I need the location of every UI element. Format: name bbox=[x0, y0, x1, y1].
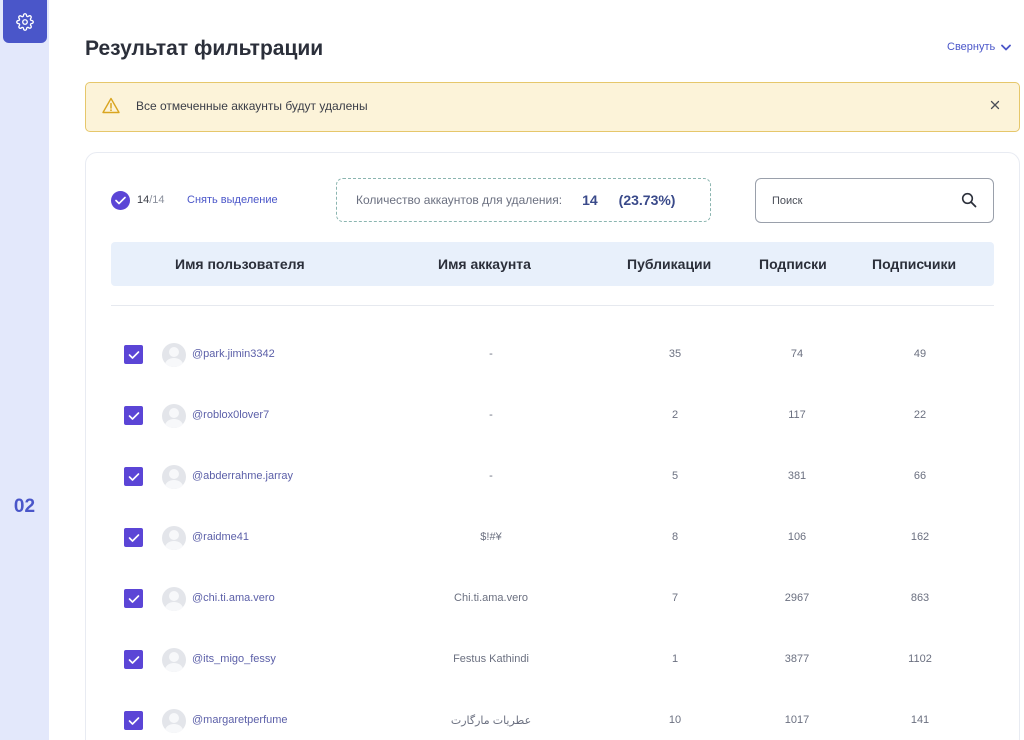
column-header-posts[interactable]: Публикации bbox=[627, 256, 711, 272]
selected-count: 14 bbox=[137, 194, 150, 206]
total-count: /14 bbox=[149, 194, 165, 206]
row-checkbox[interactable] bbox=[124, 406, 143, 425]
avatar bbox=[162, 648, 186, 672]
warning-alert: Все отмеченные аккаунты будут удалены bbox=[85, 82, 1020, 132]
close-icon[interactable] bbox=[987, 97, 1003, 113]
username-link[interactable]: @margaretperfume bbox=[192, 714, 288, 726]
account-name: Chi.ti.ama.vero bbox=[454, 592, 528, 604]
username-link[interactable]: @raidme41 bbox=[192, 531, 249, 543]
settings-button[interactable] bbox=[3, 0, 47, 43]
table-row: @its_migo_fessy Festus Kathindi 1 3877 1102 bbox=[111, 640, 994, 680]
following-count: 381 bbox=[787, 470, 807, 482]
select-all-checkbox[interactable] bbox=[111, 191, 130, 210]
table-header: Имя пользователя Имя аккаунта Публикации… bbox=[111, 242, 994, 286]
delete-count: 14 bbox=[582, 192, 598, 208]
check-icon bbox=[128, 533, 139, 542]
account-name: - bbox=[489, 409, 493, 421]
posts-count: 2 bbox=[671, 409, 679, 421]
row-checkbox[interactable] bbox=[124, 528, 143, 547]
table-row: @raidme41 $!#¥ 8 106 162 bbox=[111, 518, 994, 558]
deselect-button[interactable]: Снять выделение bbox=[187, 194, 278, 206]
check-icon bbox=[128, 472, 139, 481]
collapse-button[interactable]: Свернуть bbox=[947, 41, 1012, 53]
following-count: 2967 bbox=[784, 592, 810, 604]
username-link[interactable]: @roblox0lover7 bbox=[192, 409, 269, 421]
step-number: 02 bbox=[13, 496, 36, 517]
followers-count: 22 bbox=[913, 409, 927, 421]
table-row: @margaretperfume عطريات مارگارت 10 1017 141 bbox=[111, 701, 994, 740]
chevron-down-icon bbox=[1001, 44, 1012, 50]
check-icon bbox=[128, 594, 139, 603]
gear-icon bbox=[16, 12, 34, 31]
followers-count: 1102 bbox=[908, 653, 932, 665]
posts-count: 35 bbox=[668, 348, 682, 360]
username-link[interactable]: @park.jimin3342 bbox=[192, 348, 275, 360]
check-icon bbox=[115, 196, 126, 205]
posts-count: 1 bbox=[671, 653, 679, 665]
following-count: 1017 bbox=[784, 714, 810, 726]
column-header-username[interactable]: Имя пользователя bbox=[175, 256, 305, 272]
table-row: @abderrahme.jarray - 5 381 66 bbox=[111, 457, 994, 497]
search-box bbox=[755, 178, 994, 223]
check-icon bbox=[128, 716, 139, 725]
username-link[interactable]: @abderrahme.jarray bbox=[192, 470, 293, 482]
following-count: 3877 bbox=[784, 653, 810, 665]
row-checkbox[interactable] bbox=[124, 345, 143, 364]
divider bbox=[111, 305, 994, 306]
selection-count: 14/14 bbox=[137, 194, 165, 206]
table-row: @chi.ti.ama.vero Chi.ti.ama.vero 7 2967 863 bbox=[111, 579, 994, 619]
column-header-account[interactable]: Имя аккаунта bbox=[438, 256, 531, 272]
posts-count: 7 bbox=[671, 592, 679, 604]
delete-summary: Количество аккаунтов для удаления: 14 (2… bbox=[336, 178, 711, 222]
followers-count: 66 bbox=[913, 470, 927, 482]
row-checkbox[interactable] bbox=[124, 650, 143, 669]
avatar bbox=[162, 709, 186, 733]
posts-count: 8 bbox=[671, 531, 679, 543]
followers-count: 49 bbox=[913, 348, 927, 360]
check-icon bbox=[128, 655, 139, 664]
delete-percent: (23.73%) bbox=[618, 192, 676, 208]
check-icon bbox=[128, 350, 139, 359]
posts-count: 5 bbox=[671, 470, 679, 482]
followers-count: 141 bbox=[910, 714, 930, 726]
table-row: @roblox0lover7 - 2 117 22 bbox=[111, 396, 994, 436]
row-checkbox[interactable] bbox=[124, 711, 143, 730]
check-icon bbox=[128, 411, 139, 420]
following-count: 74 bbox=[790, 348, 804, 360]
avatar bbox=[162, 404, 186, 428]
warning-icon bbox=[102, 97, 120, 114]
avatar bbox=[162, 343, 186, 367]
username-link[interactable]: @its_migo_fessy bbox=[192, 653, 276, 665]
avatar bbox=[162, 465, 186, 489]
username-link[interactable]: @chi.ti.ama.vero bbox=[192, 592, 275, 604]
followers-count: 863 bbox=[910, 592, 930, 604]
column-header-followers[interactable]: Подписчики bbox=[872, 256, 956, 272]
following-count: 106 bbox=[787, 531, 807, 543]
avatar bbox=[162, 526, 186, 550]
followers-count: 162 bbox=[910, 531, 930, 543]
search-icon[interactable] bbox=[961, 192, 977, 208]
following-count: 117 bbox=[788, 409, 806, 421]
account-name: عطريات مارگارت bbox=[450, 715, 532, 727]
row-checkbox[interactable] bbox=[124, 589, 143, 608]
search-input[interactable] bbox=[757, 180, 947, 221]
column-header-following[interactable]: Подписки bbox=[759, 256, 827, 272]
posts-count: 10 bbox=[668, 714, 682, 726]
account-name: - bbox=[489, 470, 493, 482]
account-name: $!#¥ bbox=[480, 531, 502, 543]
account-name: - bbox=[489, 348, 493, 360]
account-name: Festus Kathindi bbox=[453, 653, 529, 665]
delete-summary-label: Количество аккаунтов для удаления: bbox=[356, 193, 563, 207]
collapse-label: Свернуть bbox=[947, 41, 996, 53]
avatar bbox=[162, 587, 186, 611]
table-row: @park.jimin3342 - 35 74 49 bbox=[111, 335, 994, 375]
page-title: Результат фильтрации bbox=[85, 37, 324, 60]
row-checkbox[interactable] bbox=[124, 467, 143, 486]
sidebar: 02 bbox=[0, 0, 49, 740]
alert-text: Все отмеченные аккаунты будут удалены bbox=[136, 99, 368, 113]
